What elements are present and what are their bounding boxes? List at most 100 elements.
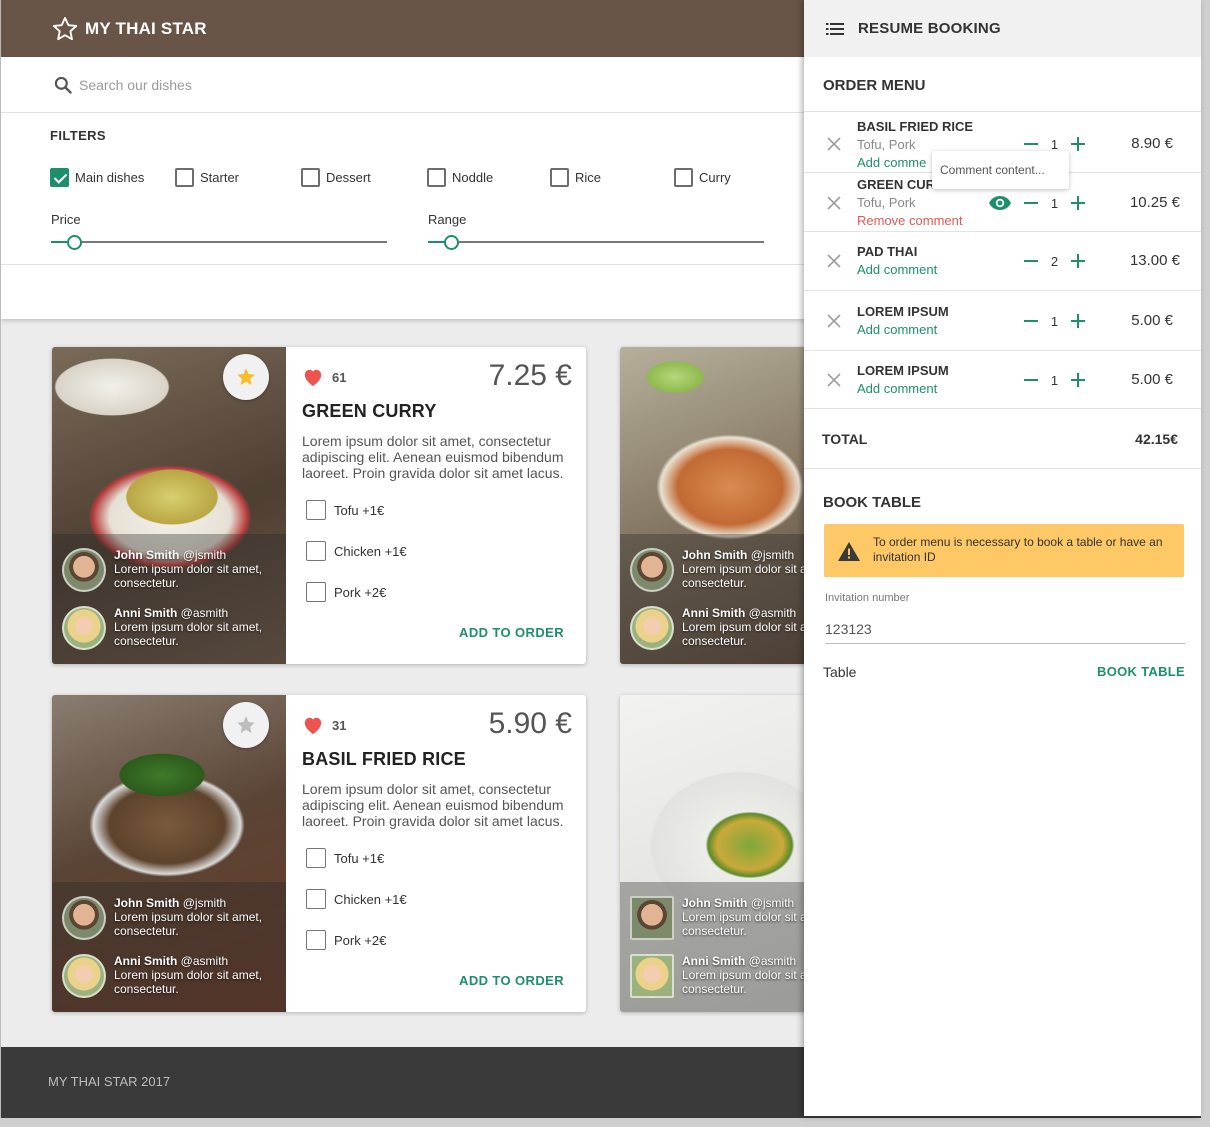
filter-noddle[interactable]: Noddle bbox=[427, 168, 493, 187]
total-value: 42.15€ bbox=[1135, 431, 1178, 447]
add-to-order-button[interactable]: ADD TO ORDER bbox=[459, 973, 564, 988]
list-icon[interactable] bbox=[826, 22, 844, 36]
checkbox[interactable] bbox=[306, 889, 326, 909]
extra-option[interactable]: Tofu +1€ bbox=[306, 848, 384, 868]
checkbox[interactable] bbox=[306, 848, 326, 868]
extra-option[interactable]: Pork +2€ bbox=[306, 582, 386, 602]
extra-option[interactable]: Tofu +1€ bbox=[306, 500, 384, 520]
likes[interactable]: 31 bbox=[302, 715, 346, 735]
filter-curry[interactable]: Curry bbox=[674, 168, 731, 187]
likes[interactable]: 61 bbox=[302, 367, 346, 387]
close-icon[interactable] bbox=[826, 313, 842, 329]
increase-button[interactable] bbox=[1070, 136, 1086, 152]
increase-button[interactable] bbox=[1070, 313, 1086, 329]
review-item: John Smith @jsmith Lorem ipsum dolor sit … bbox=[62, 896, 286, 940]
review-item: Anni Smith @asmith Lorem ipsum dolor sit … bbox=[62, 606, 286, 650]
search-input[interactable] bbox=[79, 76, 379, 93]
extra-option[interactable]: Chicken +1€ bbox=[306, 541, 407, 561]
add-comment-link[interactable]: Add comme bbox=[857, 155, 926, 170]
panel-title: RESUME BOOKING bbox=[858, 20, 1001, 37]
checkbox[interactable] bbox=[674, 168, 693, 187]
add-comment-link[interactable]: Add comment bbox=[857, 262, 937, 277]
dish-price: 7.25 € bbox=[488, 359, 572, 392]
order-item-name: LOREM IPSUM bbox=[857, 304, 949, 319]
remove-comment-link[interactable]: Remove comment bbox=[857, 213, 962, 228]
dish-name: GREEN CURRY bbox=[302, 401, 437, 421]
dish-name: BASIL FRIED RICE bbox=[302, 749, 466, 769]
checkbox[interactable] bbox=[306, 541, 326, 561]
reviewer-handle: @jsmith bbox=[182, 548, 227, 562]
checkbox[interactable] bbox=[550, 168, 569, 187]
range-label: Range bbox=[428, 212, 467, 227]
reviewer-name: Anni Smith bbox=[682, 606, 746, 620]
filter-rice[interactable]: Rice bbox=[550, 168, 601, 187]
increase-button[interactable] bbox=[1070, 195, 1086, 211]
review-text: John Smith @jsmith Lorem ipsum dolor sit … bbox=[114, 548, 286, 592]
checkbox[interactable] bbox=[306, 500, 326, 520]
dish-card: John Smith @jsmith Lorem ipsum dolor sit … bbox=[52, 347, 586, 664]
add-to-order-button[interactable]: ADD TO ORDER bbox=[459, 625, 564, 640]
checkbox[interactable] bbox=[427, 168, 446, 187]
quantity-stepper: 2 bbox=[1023, 253, 1086, 269]
decrease-button[interactable] bbox=[1023, 136, 1039, 152]
decrease-button[interactable] bbox=[1023, 313, 1039, 329]
add-comment-link[interactable]: Add comment bbox=[857, 322, 937, 337]
order-item-price: 10.25 € bbox=[1129, 194, 1180, 211]
close-icon[interactable] bbox=[826, 372, 842, 388]
checkbox[interactable] bbox=[175, 168, 194, 187]
close-icon[interactable] bbox=[826, 136, 842, 152]
decrease-button[interactable] bbox=[1023, 195, 1039, 211]
review-item: Anni Smith @asmith Lorem ipsum dolor sit … bbox=[62, 954, 286, 998]
extra-option[interactable]: Pork +2€ bbox=[306, 930, 386, 950]
favorite-button[interactable] bbox=[223, 702, 269, 748]
search-icon bbox=[54, 76, 72, 94]
decrease-button[interactable] bbox=[1023, 253, 1039, 269]
eye-icon[interactable] bbox=[988, 195, 1012, 211]
brand-logo[interactable]: MY THAI STAR bbox=[51, 15, 207, 43]
star-icon bbox=[237, 716, 255, 733]
filter-label: Main dishes bbox=[75, 170, 145, 185]
checkbox[interactable] bbox=[301, 168, 320, 187]
order-item-name: BASIL FRIED RICE bbox=[857, 119, 974, 134]
filter-main-dishes[interactable]: Main dishes bbox=[50, 168, 144, 187]
decrease-button[interactable] bbox=[1023, 372, 1039, 388]
order-item: PAD THAI Add comment 2 13.00 € bbox=[804, 231, 1201, 290]
review-body: Lorem ipsum dolor sit amet, consectetur. bbox=[114, 620, 263, 648]
price-slider[interactable] bbox=[51, 235, 387, 250]
dish-card: John Smith @jsmith Lorem ipsum dolor sit … bbox=[52, 695, 586, 1012]
warning-banner: To order menu is necessary to book a tab… bbox=[824, 524, 1184, 577]
filter-dessert[interactable]: Dessert bbox=[301, 168, 371, 187]
close-icon[interactable] bbox=[826, 195, 842, 211]
slider-thumb[interactable] bbox=[444, 235, 459, 250]
increase-button[interactable] bbox=[1070, 372, 1086, 388]
add-comment-link[interactable]: Add comment bbox=[857, 381, 937, 396]
checkbox[interactable] bbox=[50, 168, 69, 187]
invitation-number-field[interactable] bbox=[825, 614, 1185, 644]
slider-track bbox=[51, 241, 387, 243]
reviewer-handle: @asmith bbox=[180, 954, 229, 968]
app-title: MY THAI STAR bbox=[85, 18, 207, 38]
avatar bbox=[62, 606, 106, 650]
extra-label: Chicken +1€ bbox=[334, 543, 407, 559]
close-icon[interactable] bbox=[826, 253, 842, 269]
slider-track bbox=[428, 241, 764, 243]
avatar bbox=[62, 896, 106, 940]
checkbox[interactable] bbox=[306, 582, 326, 602]
filter-starter[interactable]: Starter bbox=[175, 168, 239, 187]
reviewer-name: John Smith bbox=[114, 896, 180, 910]
slider-thumb[interactable] bbox=[67, 235, 82, 250]
book-table-button[interactable]: BOOK TABLE bbox=[1097, 664, 1185, 679]
range-slider[interactable] bbox=[428, 235, 764, 250]
dish-info: 31 5.90 € BASIL FRIED RICE Lorem ipsum d… bbox=[302, 695, 586, 1012]
favorite-button[interactable] bbox=[223, 354, 269, 400]
extra-option[interactable]: Chicken +1€ bbox=[306, 889, 407, 909]
increase-button[interactable] bbox=[1070, 253, 1086, 269]
dish-description: Lorem ipsum dolor sit amet, consectetur … bbox=[302, 781, 564, 829]
avatar bbox=[630, 548, 674, 592]
heart-icon bbox=[304, 717, 322, 735]
reviewer-name: Anni Smith bbox=[114, 954, 178, 968]
extra-label: Tofu +1€ bbox=[334, 502, 385, 518]
checkbox[interactable] bbox=[306, 930, 326, 950]
invitation-label: Invitation number bbox=[825, 592, 910, 604]
reviewer-handle: @asmith bbox=[180, 606, 229, 620]
